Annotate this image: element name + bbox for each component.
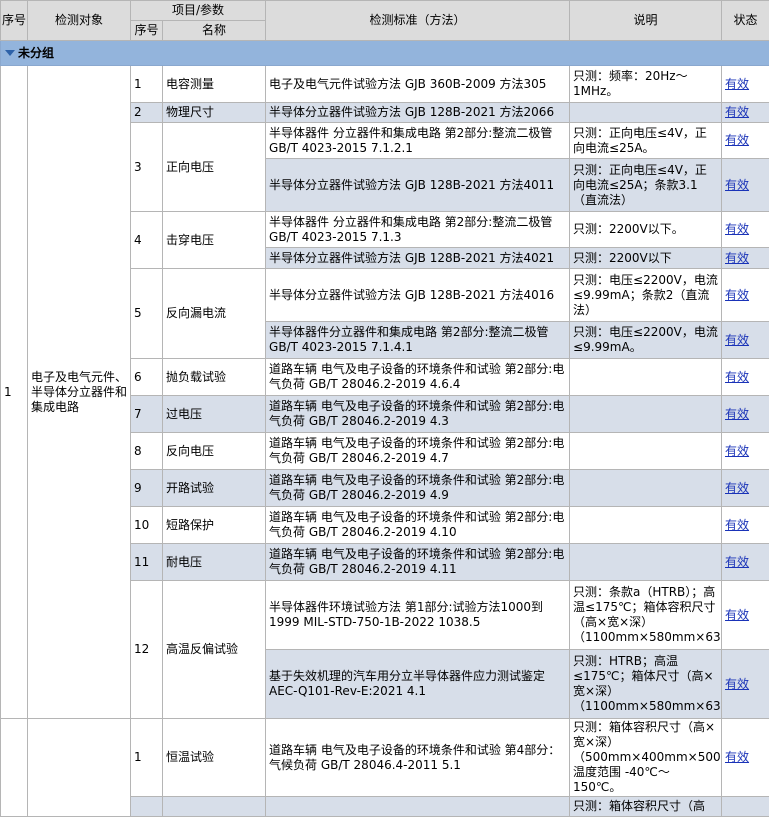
param-name: 开路试验 [163, 470, 266, 507]
param-seq: 9 [131, 470, 163, 507]
standard-cell: 半导体分立器件试验方法 GJB 128B-2021 方法4016 [266, 269, 570, 322]
standard-cell: 道路车辆 电气及电子设备的环境条件和试验 第2部分:电气负荷 GB/T 2804… [266, 359, 570, 396]
col-header-standard: 检测标准（方法） [266, 1, 570, 41]
standard-cell: 道路车辆 电气及电子设备的环境条件和试验 第2部分:电气负荷 GB/T 2804… [266, 544, 570, 581]
param-seq: 6 [131, 359, 163, 396]
note-cell: 只测：正向电压≤4V，正向电流≤25A。 [570, 123, 722, 159]
status-link[interactable]: 有效 [725, 518, 749, 532]
note-cell: 只测：HTRB；高温≤175℃；箱体尺寸（高×宽×深）（1100mm×580mm… [570, 650, 722, 719]
note-cell: 只测：电压≤2200V，电流≤9.99mA。 [570, 322, 722, 359]
param-name: 反向漏电流 [163, 269, 266, 359]
param-name: 电容测量 [163, 66, 266, 103]
standard-cell: 半导体器件分立器件和集成电路 第2部分:整流二极管 GB/T 4023-2015… [266, 322, 570, 359]
param-name: 恒温试验 [163, 719, 266, 797]
standard-cell: 半导体分立器件试验方法 GJB 128B-2021 方法4011 [266, 159, 570, 212]
note-cell: 只测：箱体容积尺寸（高×宽×深）（500mm×400mm×500mm）温度范围 … [570, 719, 722, 797]
note-cell [570, 544, 722, 581]
note-cell: 只测：箱体容积尺寸（高 [570, 797, 722, 817]
param-name: 耐电压 [163, 544, 266, 581]
standard-cell: 道路车辆 电气及电子设备的环境条件和试验 第4部分：气候负荷 GB/T 2804… [266, 719, 570, 797]
standard-cell: 道路车辆 电气及电子设备的环境条件和试验 第2部分:电气负荷 GB/T 2804… [266, 433, 570, 470]
group-label: 未分组 [18, 46, 54, 60]
status-link[interactable]: 有效 [725, 288, 749, 302]
note-cell: 只测：频率：20Hz～1MHz。 [570, 66, 722, 103]
col-header-seq: 序号 [1, 1, 28, 41]
note-cell [570, 433, 722, 470]
col-header-note: 说明 [570, 1, 722, 41]
status-link[interactable]: 有效 [725, 222, 749, 236]
standard-cell: 半导体器件环境试验方法 第1部分:试验方法1000到1999 MIL-STD-7… [266, 581, 570, 650]
capability-table: 序号 检测对象 项目/参数 检测标准（方法） 说明 状态 序号 名称 未分组 1… [0, 0, 769, 817]
status-link[interactable]: 有效 [725, 133, 749, 147]
param-name: 击穿电压 [163, 212, 266, 269]
note-cell [570, 470, 722, 507]
standard-cell: 道路车辆 电气及电子设备的环境条件和试验 第2部分:电气负荷 GB/T 2804… [266, 470, 570, 507]
param-name: 过电压 [163, 396, 266, 433]
note-cell: 只测：电压≤2200V，电流≤9.99mA；条款2（直流法） [570, 269, 722, 322]
param-name: 物理尺寸 [163, 103, 266, 123]
col-header-param-seq: 序号 [131, 21, 163, 41]
note-cell: 只测：条款a（HTRB）；高温≤175℃；箱体容积尺寸（高×宽×深）（1100m… [570, 581, 722, 650]
col-header-param-name: 名称 [163, 21, 266, 41]
status-link[interactable]: 有效 [725, 105, 749, 119]
param-name: 反向电压 [163, 433, 266, 470]
param-seq: 2 [131, 103, 163, 123]
standard-cell: 道路车辆 电气及电子设备的环境条件和试验 第2部分:电气负荷 GB/T 2804… [266, 507, 570, 544]
object-seq [1, 719, 28, 817]
param-seq: 8 [131, 433, 163, 470]
status-link[interactable]: 有效 [725, 555, 749, 569]
standard-cell: 半导体分立器件试验方法 GJB 128B-2021 方法2066 [266, 103, 570, 123]
note-cell [570, 103, 722, 123]
status-link[interactable]: 有效 [725, 178, 749, 192]
col-header-param: 项目/参数 [131, 1, 266, 21]
collapse-triangle-icon[interactable] [5, 50, 15, 56]
standard-cell: 道路车辆 电气及电子设备的环境条件和试验 第2部分:电气负荷 GB/T 2804… [266, 396, 570, 433]
param-name [163, 797, 266, 817]
status-link[interactable]: 有效 [725, 77, 749, 91]
status-link[interactable]: 有效 [725, 444, 749, 458]
param-seq: 1 [131, 719, 163, 797]
status-link[interactable]: 有效 [725, 407, 749, 421]
note-cell: 只测：正向电压≤4V，正向电流≤25A；条款3.1（直流法） [570, 159, 722, 212]
param-seq: 4 [131, 212, 163, 269]
standard-cell: 半导体器件 分立器件和集成电路 第2部分:整流二极管 GB/T 4023-201… [266, 123, 570, 159]
note-cell [570, 507, 722, 544]
status-link[interactable]: 有效 [725, 608, 749, 622]
col-header-status: 状态 [722, 1, 769, 41]
param-seq: 5 [131, 269, 163, 359]
note-cell: 只测：2200V以下 [570, 248, 722, 269]
param-seq: 10 [131, 507, 163, 544]
param-seq: 7 [131, 396, 163, 433]
param-name: 高温反偏试验 [163, 581, 266, 719]
note-cell: 只测：2200V以下。 [570, 212, 722, 248]
object-name [28, 719, 131, 817]
standard-cell: 电子及电气元件试验方法 GJB 360B-2009 方法305 [266, 66, 570, 103]
object-seq: 1 [1, 66, 28, 719]
standard-cell: 基于失效机理的汽车用分立半导体器件应力测试鉴定 AEC-Q101-Rev-E:2… [266, 650, 570, 719]
param-name: 抛负载试验 [163, 359, 266, 396]
standard-cell: 半导体分立器件试验方法 GJB 128B-2021 方法4021 [266, 248, 570, 269]
param-name: 正向电压 [163, 123, 266, 212]
status-link[interactable]: 有效 [725, 750, 749, 764]
status-link[interactable]: 有效 [725, 481, 749, 495]
param-seq [131, 797, 163, 817]
status-link[interactable]: 有效 [725, 251, 749, 265]
object-name: 电子及电气元件、半导体分立器件和集成电路 [28, 66, 131, 719]
param-seq: 12 [131, 581, 163, 719]
status-link[interactable]: 有效 [725, 333, 749, 347]
param-name: 短路保护 [163, 507, 266, 544]
note-cell [570, 396, 722, 433]
param-seq: 11 [131, 544, 163, 581]
param-seq: 1 [131, 66, 163, 103]
param-seq: 3 [131, 123, 163, 212]
group-header[interactable]: 未分组 [1, 41, 769, 66]
status-link[interactable]: 有效 [725, 370, 749, 384]
note-cell [570, 359, 722, 396]
col-header-object: 检测对象 [28, 1, 131, 41]
standard-cell: 半导体器件 分立器件和集成电路 第2部分:整流二极管 GB/T 4023-201… [266, 212, 570, 248]
standard-cell [266, 797, 570, 817]
status-link[interactable]: 有效 [725, 677, 749, 691]
